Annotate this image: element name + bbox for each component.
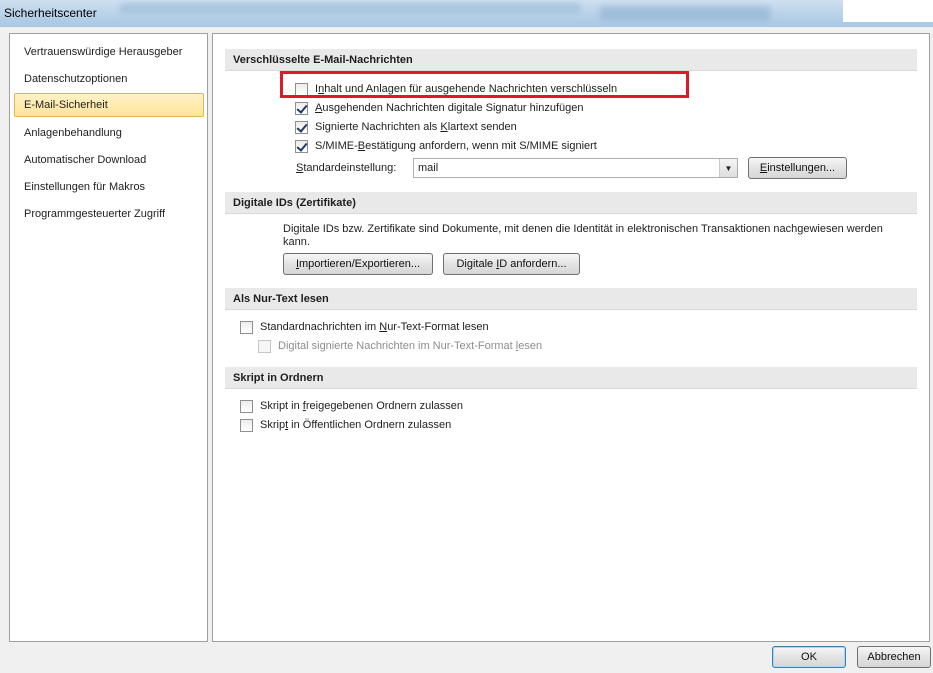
nav-item-trusted-publishers[interactable]: Vertrauenswürdige Herausgeber <box>14 40 204 64</box>
cancel-button[interactable]: Abbrechen <box>857 646 931 668</box>
nav-item-attachment-handling[interactable]: Anlagenbehandlung <box>14 121 204 145</box>
nav-item-macro-settings[interactable]: Einstellungen für Makros <box>14 175 204 199</box>
nav-item-label: Datenschutzoptionen <box>24 73 128 85</box>
window-title: Sicherheitscenter <box>4 6 97 20</box>
nav-item-label: Automatischer Download <box>24 154 147 166</box>
section-header-encrypted-email: Verschlüsselte E-Mail-Nachrichten <box>225 49 917 71</box>
nav-item-automatic-download[interactable]: Automatischer Download <box>14 148 204 172</box>
default-setting-label: Standardeinstellung: <box>296 162 397 174</box>
nav-item-label: E-Mail-Sicherheit <box>24 99 108 111</box>
add-signature-checkbox[interactable] <box>295 101 308 115</box>
request-digital-id-button[interactable]: Digitale ID anfordern... <box>443 253 580 275</box>
nav-item-label: Einstellungen für Makros <box>24 181 146 193</box>
blurred-background <box>120 3 580 13</box>
nav-item-label: Anlagenbehandlung <box>24 127 122 139</box>
cleartext-signed-checkbox[interactable] <box>295 120 308 134</box>
encrypt-content-option[interactable]: Inhalt und Anlagen für ausgehende Nachri… <box>295 80 617 98</box>
smime-receipt-checkbox[interactable] <box>295 139 308 153</box>
plain-text-read-label: Standardnachrichten im Nur-Text-Format l… <box>260 321 489 333</box>
section-header-digital-ids: Digitale IDs (Zertifikate) <box>225 192 917 214</box>
signed-plain-text-option[interactable]: Digital signierte Nachrichten im Nur-Tex… <box>258 337 542 355</box>
title-bar-corner <box>843 0 933 22</box>
script-public-folders-checkbox[interactable] <box>240 418 253 432</box>
script-shared-folders-checkbox[interactable] <box>240 399 253 413</box>
plain-text-read-checkbox[interactable] <box>240 320 253 334</box>
title-bar: Sicherheitscenter <box>0 0 933 27</box>
add-signature-option[interactable]: Ausgehenden Nachrichten digitale Signatu… <box>295 99 583 117</box>
chevron-down-icon[interactable]: ▼ <box>719 159 737 177</box>
default-setting-value: mail <box>418 162 439 174</box>
cleartext-signed-label: Signierte Nachrichten als Klartext sende… <box>315 121 517 133</box>
plain-text-read-option[interactable]: Standardnachrichten im Nur-Text-Format l… <box>240 318 489 336</box>
smime-receipt-option[interactable]: S/MIME-Bestätigung anfordern, wenn mit S… <box>295 137 597 155</box>
add-signature-label: Ausgehenden Nachrichten digitale Signatu… <box>315 102 584 114</box>
script-public-folders-option[interactable]: Skript in Öffentlichen Ordnern zulassen <box>240 416 451 434</box>
blurred-background-2 <box>600 6 770 20</box>
nav-item-programmatic-access[interactable]: Programmgesteuerter Zugriff <box>14 202 204 226</box>
nav-item-label: Vertrauenswürdige Herausgeber <box>24 46 183 58</box>
encrypt-content-label: Inhalt und Anlagen für ausgehende Nachri… <box>315 83 618 95</box>
script-shared-folders-label: Skript in freigegebenen Ordnern zulassen <box>260 400 464 412</box>
settings-button[interactable]: Einstellungen... <box>748 157 847 179</box>
import-export-button[interactable]: Importieren/Exportieren... <box>283 253 433 275</box>
cleartext-signed-option[interactable]: Signierte Nachrichten als Klartext sende… <box>295 118 517 136</box>
encrypt-content-checkbox[interactable] <box>295 82 308 96</box>
nav-item-label: Programmgesteuerter Zugriff <box>24 208 166 220</box>
nav-item-email-security[interactable]: E-Mail-Sicherheit <box>14 93 204 117</box>
section-header-plain-text: Als Nur-Text lesen <box>225 288 917 310</box>
signed-plain-text-checkbox[interactable] <box>258 339 271 353</box>
script-public-folders-label: Skript in Öffentlichen Ordnern zulassen <box>260 419 452 431</box>
script-shared-folders-option[interactable]: Skript in freigegebenen Ordnern zulassen <box>240 397 463 415</box>
section-header-script: Skript in Ordnern <box>225 367 917 389</box>
signed-plain-text-label: Digital signierte Nachrichten im Nur-Tex… <box>278 340 543 352</box>
smime-receipt-label: S/MIME-Bestätigung anfordern, wenn mit S… <box>315 140 597 152</box>
settings-panel: Verschlüsselte E-Mail-Nachrichten Inhalt… <box>212 33 930 642</box>
digital-ids-description: Digitale IDs bzw. Zertifikate sind Dokum… <box>283 223 883 248</box>
category-nav: Vertrauenswürdige Herausgeber Datenschut… <box>9 33 208 642</box>
default-setting-select[interactable]: mail ▼ <box>413 158 738 178</box>
nav-item-privacy-options[interactable]: Datenschutzoptionen <box>14 67 204 91</box>
ok-button[interactable]: OK <box>772 646 846 668</box>
